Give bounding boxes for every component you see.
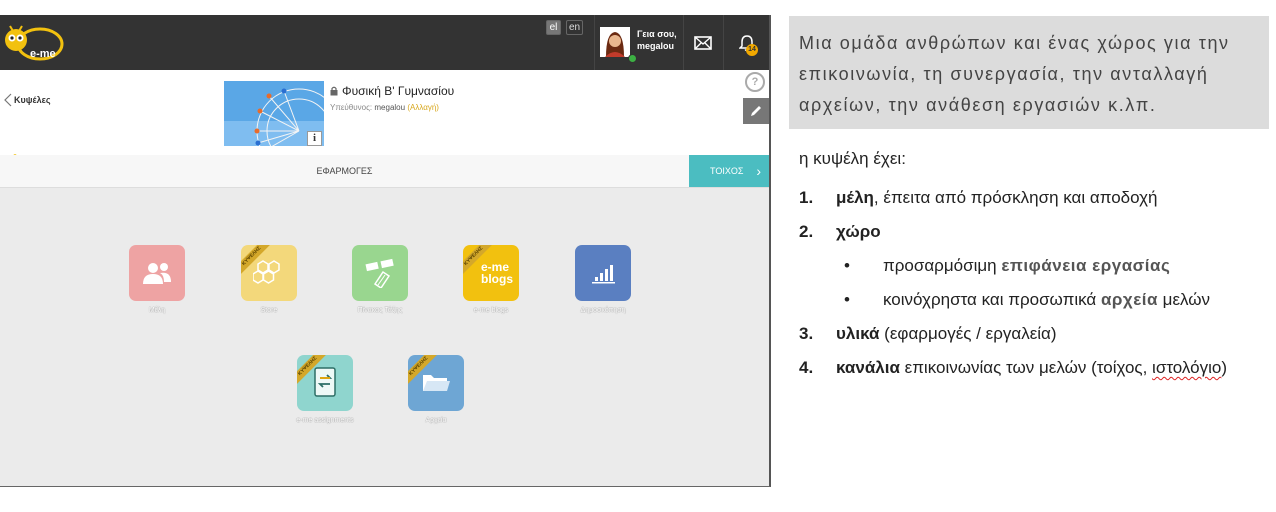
blogs-icon: e-me blogs [481,260,513,286]
hive-tabs: ΕΦΑΡΜΟΓΕΣ ΤΟΙΧΟΣ › [0,155,769,188]
app-label: Μέλη [148,307,166,314]
store-app-tile[interactable]: ΚΥΨΕΛΗΣ [241,245,297,301]
sub-list-item: • προσαρμόσιμη επιφάνεια εργασίας [844,256,1171,275]
user-avatar [600,27,630,57]
hive-has-heading: η κυψέλη έχει: [799,149,906,168]
owner-name: megalou [374,103,406,112]
tab-wall[interactable]: ΤΟΙΧΟΣ › [689,155,769,187]
notifications-button[interactable] [724,15,769,70]
svg-text:e-me: e-me [30,48,56,60]
class-board-app-tile[interactable] [352,245,408,301]
lock-icon [330,86,338,96]
chevron-left-icon [4,93,12,107]
app-label: Πίνακας Τάξης [357,307,403,314]
list-item: 1. μέλη, έπειτα από πρόσκληση και αποδοχή [799,188,1158,207]
app-store[interactable]: ΚΥΨΕΛΗΣ Store [214,245,324,315]
lang-el-button[interactable]: el [546,20,561,35]
hive-description-box: Μια ομάδα ανθρώπων και ένας χώρος για τη… [789,16,1269,129]
app-label: Δημοσκόπηση [580,307,626,314]
envelope-icon [694,35,712,50]
app-label: Αρχεία [425,417,447,424]
members-app-tile[interactable] [129,245,185,301]
user-greeting: Γεια σου, megalou [637,29,677,51]
blogs-app-tile[interactable]: e-me blogs ΚΥΨΕΛΗΣ [463,245,519,301]
app-class-board[interactable]: Πίνακας Τάξης [325,245,435,315]
hive-title: Φυσική Β' Γυμνασίου [330,84,454,98]
list-item: 3. υλικά (εφαρμογές / εργαλεία) [799,324,1057,343]
hive-owner: Υπεύθυνος: megalou (Αλλαγή) [330,103,439,112]
back-to-hives-link[interactable]: Κυψέλες [4,93,51,107]
bar-chart-icon [592,265,615,284]
hive-features-list: 1. μέλη, έπειτα από πρόσκληση και αποδοχή… [799,186,1259,390]
pencil-icon [751,106,761,116]
app-files[interactable]: ΚΥΨΕΛΗΣ Αρχεία [381,355,491,425]
notification-badge: 14 [746,44,758,56]
tab-applications[interactable]: ΕΦΑΡΜΟΓΕΣ [0,155,689,187]
files-app-tile[interactable]: ΚΥΨΕΛΗΣ [408,355,464,411]
app-label: e-me assignments [296,417,354,424]
app-members[interactable]: Μέλη [102,245,212,315]
app-poll[interactable]: Δημοσκόπηση [548,245,658,315]
edit-hive-button[interactable] [743,98,769,124]
chevron-right-icon: › [756,163,761,179]
mail-button[interactable] [683,15,724,70]
user-menu[interactable]: Γεια σου, megalou [594,15,684,70]
sub-list-item: • κοινόχρηστα και προσωπικά αρχεία μελών [844,290,1211,309]
list-item: 4. κανάλια επικοινωνίας των μελών (τοίχος… [799,358,1228,377]
list-item: 2. χώρο [799,222,881,241]
online-status-dot [628,54,637,63]
class-board-icon [365,258,394,288]
cover-info-button[interactable]: i [307,131,322,146]
folder-icon [423,375,450,391]
lang-en-button[interactable]: en [566,20,584,35]
app-eme-blogs[interactable]: e-me blogs ΚΥΨΕΛΗΣ e-me blogs [436,245,546,315]
top-bar: e-me el en Γεια σου, megalou 14 [0,15,769,70]
help-button[interactable]: ? [745,72,765,92]
poll-app-tile[interactable] [575,245,631,301]
eme-logo[interactable]: e-me [2,21,64,63]
assignments-app-tile[interactable]: ΚΥΨΕΛΗΣ [297,355,353,411]
eme-screenshot: e-me el en Γεια σου, megalou 14 Κυψέλες … [0,15,771,487]
honeycomb-icon [253,260,280,284]
assignments-icon [314,367,336,397]
app-label: Store [260,307,278,314]
members-icon [143,263,171,284]
change-owner-link[interactable]: (Αλλαγή) [407,103,439,112]
app-eme-assignments[interactable]: ΚΥΨΕΛΗΣ e-me assignments [270,355,380,425]
app-label: e-me blogs [473,307,509,314]
